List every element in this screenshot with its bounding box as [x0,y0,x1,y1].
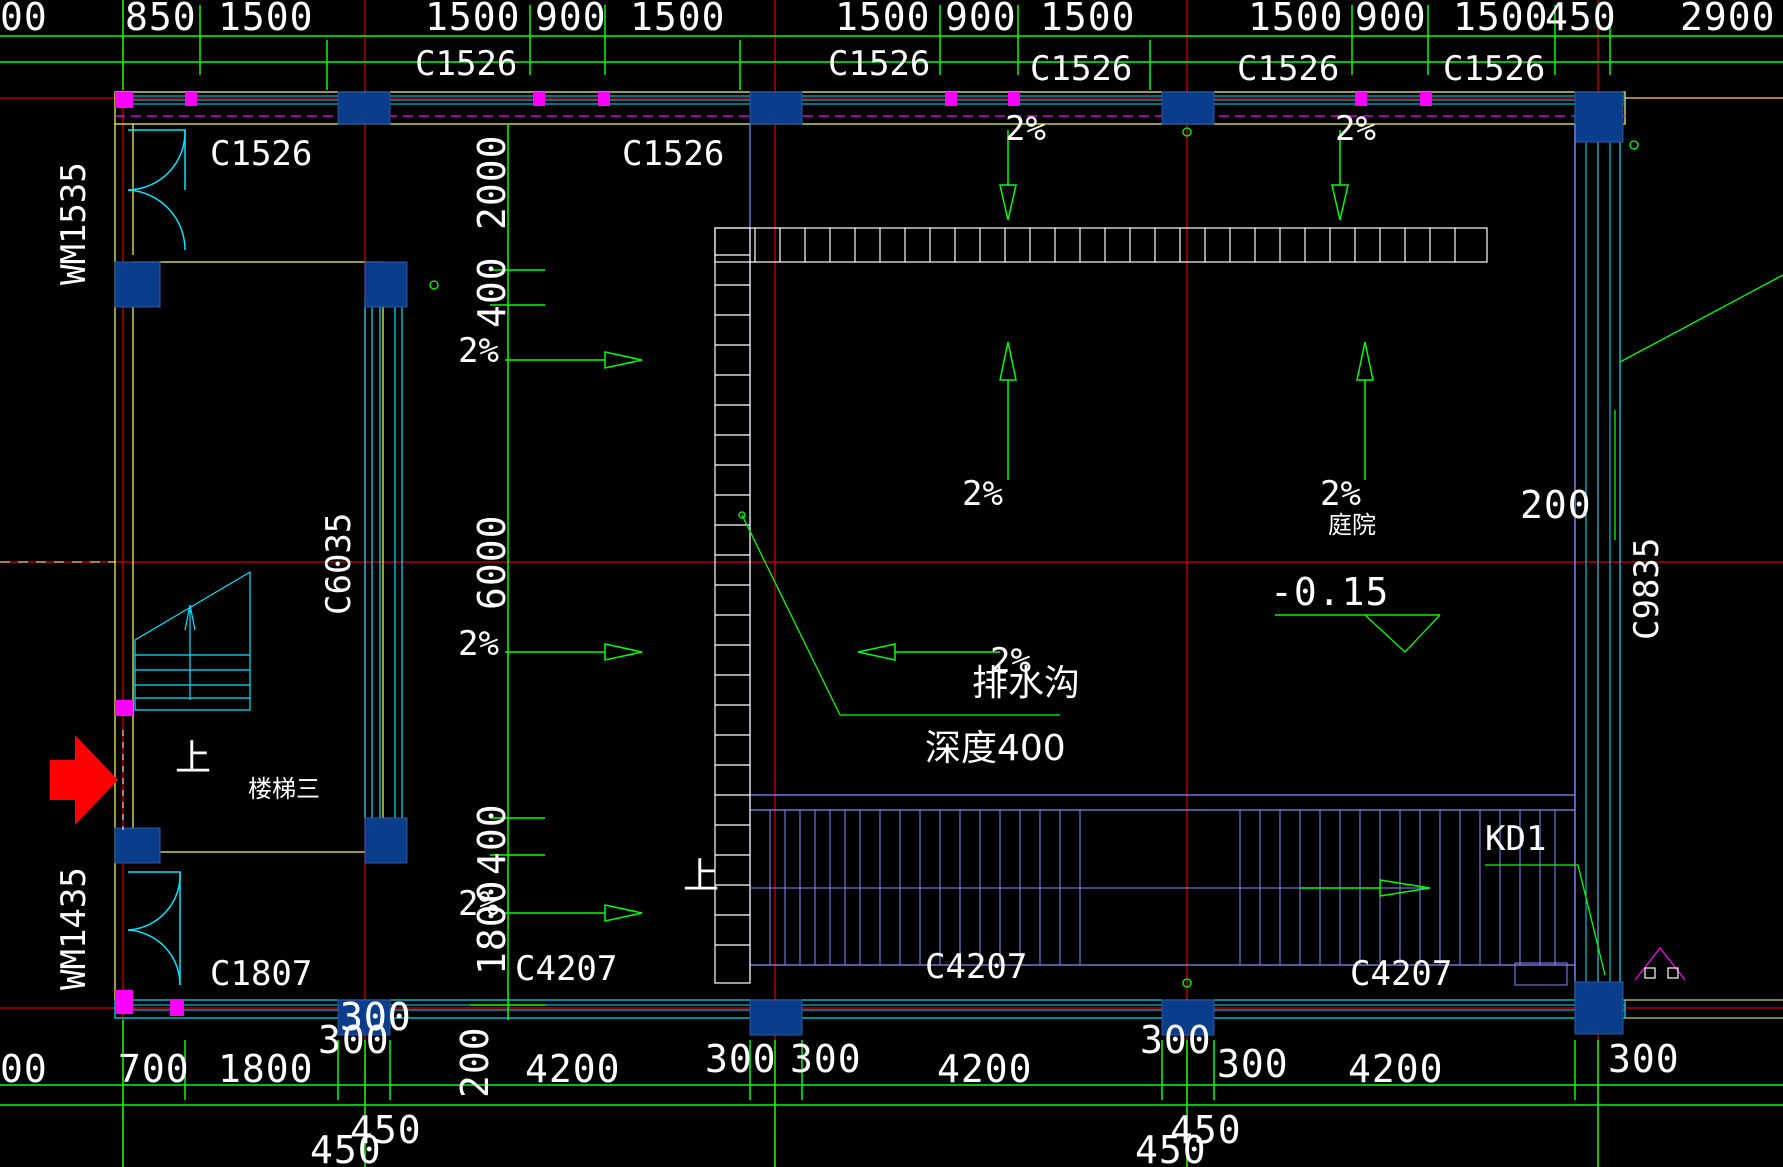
entrance-arrow-icon [50,735,118,825]
slope-arrows [505,130,1431,922]
top-dim-text: 450 [1545,0,1617,39]
floor-plan-drawing: 00 850 1500 1500 900 1500 1500 900 1500 … [0,0,1783,1167]
bottom-dim-text: 200 [453,1026,497,1098]
stair-up-label: 上 [683,856,719,897]
slope-label: 2% [962,474,1003,514]
window-label: C1526 [622,134,724,174]
top-dim-text: 1500 [218,0,314,39]
bottom-dim-text: 4200 [937,1047,1033,1091]
vertical-dim-text: 400 [470,256,514,328]
top-dim-text: 00 [0,0,48,39]
kd1-label: KD1 [1485,819,1546,859]
bottom-dim-text: 300 [705,1037,777,1081]
window-label: C4207 [925,947,1027,987]
courtyard-label: 庭院 [1328,511,1376,539]
window-label: C1526 [1030,49,1132,89]
dim-200: 200 [1520,483,1592,527]
north-symbol-icon [1634,947,1686,981]
window-label: C1526 [210,134,312,174]
magenta-markers [115,92,1432,1016]
courtyard-outline [749,124,1576,980]
bottom-dim-text: 700 [118,1047,190,1091]
top-dim-text: 2900 [1680,0,1776,39]
top-dim-text: 900 [535,0,607,39]
bottom-dimension-lines [0,1020,1783,1167]
top-dimension-texts: 00 850 1500 1500 900 1500 1500 900 1500 … [0,0,1776,39]
bottom-dim-text: 300 [1140,1018,1212,1062]
bottom-dim-text: 450 [350,1108,422,1152]
bottom-dim-text: 300 [790,1037,862,1081]
window-label: C1526 [828,44,930,84]
slope-labels: 2% 2% 2% 2% 2% 2% 2% 2% [458,109,1376,924]
bottom-dim-text: 00 [0,1047,48,1091]
top-dim-text: 1500 [835,0,931,39]
window-label-vertical: C9835 [1627,538,1667,640]
bottom-dim-text: 1800 [218,1047,314,1091]
top-dim-text: 850 [125,0,197,39]
bottom-dim-text: 4200 [1348,1047,1444,1091]
top-dim-text: 900 [1355,0,1427,39]
window-label: C4207 [1350,954,1452,994]
door-label-vertical: WM1535 [54,162,94,285]
top-dim-text: 900 [945,0,1017,39]
drain-channel-label: 排水沟 [972,663,1080,704]
bottom-dimension-texts: 00 700 1800 300 300 200 4200 300 300 420… [0,995,1680,1167]
vertical-dim-texts: 2000 400 6000 400 1800 [470,134,514,975]
dim-300: 300 [340,995,412,1039]
window-label: C1807 [210,954,312,994]
cad-drawing-canvas[interactable]: 00 850 1500 1500 900 1500 1500 900 1500 … [0,0,1783,1167]
drain-grating-top [714,227,1488,263]
top-dim-text: 1500 [1453,0,1549,39]
window-label: C4207 [515,949,617,989]
top-dim-text: 1500 [630,0,726,39]
top-dim-text: 1500 [1040,0,1136,39]
window-label: C1526 [415,44,517,84]
stair-symbol [134,570,251,711]
stairs-bottom [750,810,1556,965]
stair-up-label: 上 [175,738,211,779]
drain-grating-left [714,227,751,984]
elevation-marker [1275,614,1441,653]
vertical-dim-text: 400 [470,803,514,875]
slope-label: 2% [1335,109,1376,149]
slope-label: 2% [1005,109,1046,149]
stair-label: 楼梯三 [248,775,320,803]
bottom-dim-text: 300 [1217,1042,1289,1086]
bottom-dim-text: 4200 [525,1047,621,1091]
vertical-dim-text: 6000 [470,514,514,610]
leader-lines [429,127,1783,988]
slope-label: 2% [1320,474,1361,514]
elevation-label: -0.15 [1270,570,1389,614]
top-dim-text: 1500 [1248,0,1344,39]
bottom-dim-text: 450 [1170,1108,1242,1152]
window-label-vertical: C6035 [319,513,359,615]
window-label: C1526 [1237,49,1339,89]
drain-depth-label: 深度400 [925,728,1066,769]
door-label-vertical: WM1435 [54,867,94,990]
slope-label: 2% [458,624,499,664]
window-label: C1526 [1443,49,1545,89]
top-dim-text: 1500 [425,0,521,39]
equipment-box [1514,962,1568,986]
vertical-dim-text: 2000 [470,134,514,230]
slope-label: 2% [458,884,499,924]
bottom-dim-text: 300 [1608,1037,1680,1081]
right-wall [1574,114,1621,1006]
slope-label: 2% [458,331,499,371]
